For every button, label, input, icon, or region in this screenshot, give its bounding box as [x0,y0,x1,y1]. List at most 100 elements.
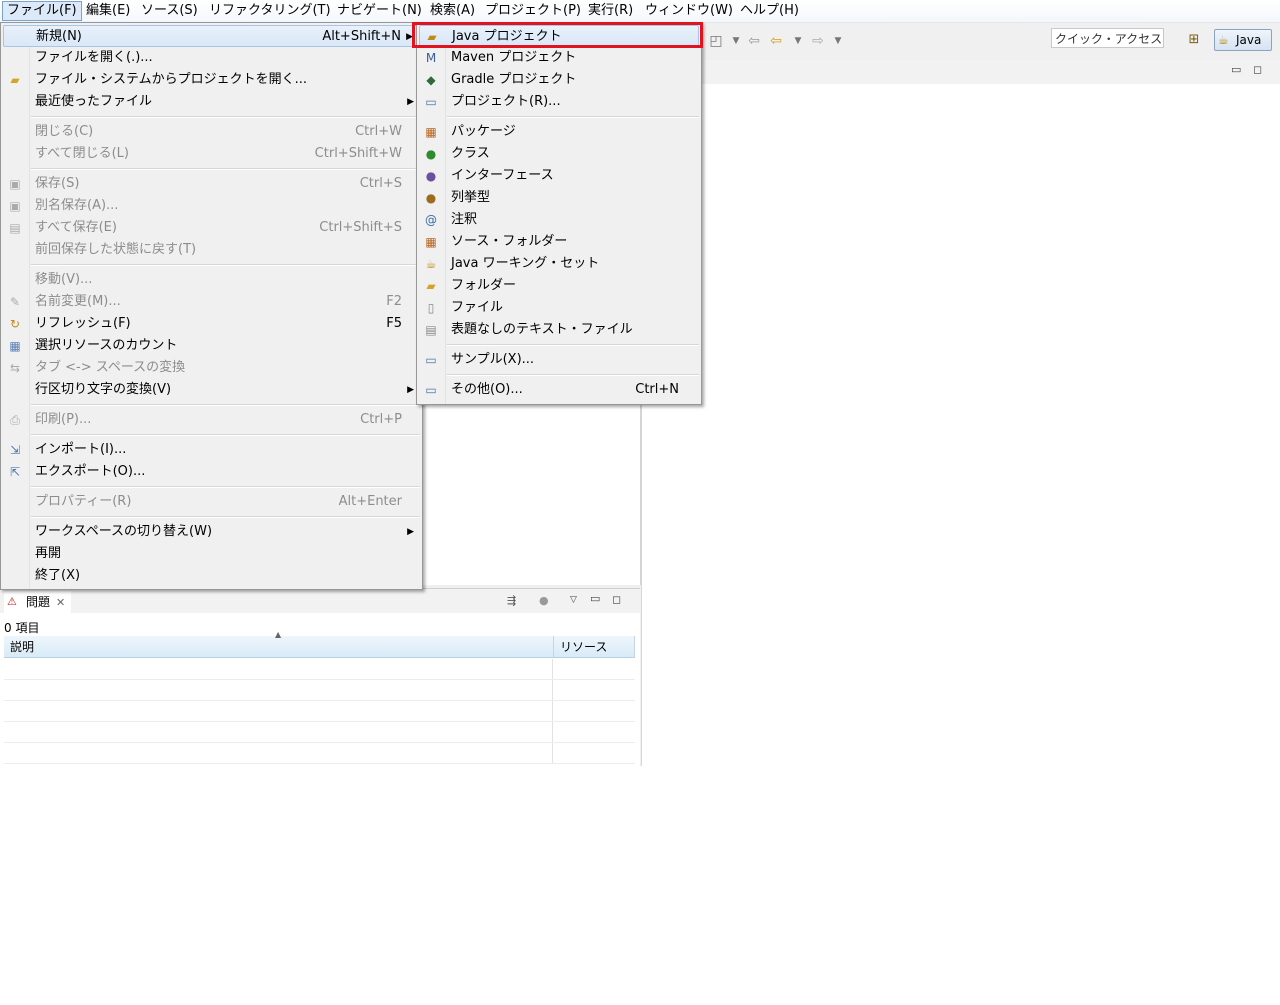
quick-access-input[interactable]: クイック・アクセス [1051,28,1164,48]
menu-item-package[interactable]: ▦ パッケージ [419,121,699,143]
menu-item-rename[interactable]: ✎ 名前変更(M)... F2 [3,291,420,313]
menu-help[interactable]: ヘルプ(H) [736,2,803,20]
filter-icon[interactable]: ● [539,595,549,607]
pin-icon[interactable]: ◰ [708,33,724,49]
working-set-icon: ☕ [425,257,437,271]
package-icon: ▦ [425,125,437,139]
problems-icon: ⚠ [7,595,17,608]
menu-item-project[interactable]: ▭ プロジェクト(R)... [419,91,699,113]
menu-item-untitled-text-file[interactable]: ▤ 表題なしのテキスト・ファイル [419,319,699,341]
column-resource[interactable]: リソース [554,636,635,658]
menu-separator [31,486,420,488]
menu-item-new[interactable]: 新規(N) Alt+Shift+N ▶ [3,25,420,47]
menu-item-recent-files[interactable]: 最近使ったファイル ▶ [3,91,420,113]
menu-item-maven-project[interactable]: M Maven プロジェクト [419,47,699,69]
menu-separator [447,116,699,118]
chevron-down-icon[interactable]: ▼ [728,33,744,49]
menu-item-file[interactable]: ▯ ファイル [419,297,699,319]
menu-run[interactable]: 実行(R) [584,2,637,20]
menu-item-close[interactable]: 閉じる(C) Ctrl+W [3,121,420,143]
menu-item-other[interactable]: ▭ その他(O)... Ctrl+N [419,379,699,401]
menu-item-folder[interactable]: ▰ フォルダー [419,275,699,297]
menu-item-save[interactable]: ▣ 保存(S) Ctrl+S [3,173,420,195]
submenu-arrow-icon: ▶ [407,97,414,107]
save-all-icon: ▤ [9,221,21,235]
menu-separator [31,264,420,266]
menu-item-exit[interactable]: 終了(X) [3,565,420,587]
menu-window[interactable]: ウィンドウ(W) [641,2,737,20]
text-file-icon: ▤ [425,323,437,337]
print-icon: ⎙ [10,413,20,427]
sample-icon: ▭ [425,353,437,367]
enum-icon: ● [425,191,437,205]
folder-open-icon: ▰ [10,73,20,87]
menu-item-interface[interactable]: ● インターフェース [419,165,699,187]
menu-separator [31,404,420,406]
maximize-icon[interactable]: ◻ [612,594,621,606]
table-row [4,659,635,680]
refresh-icon: ↻ [9,317,21,331]
class-icon: ● [425,147,437,161]
source-folder-icon: ▦ [425,235,437,249]
menu-item-open-projects[interactable]: ▰ ファイル・システムからプロジェクトを開く... [3,69,420,91]
open-perspective-icon[interactable]: ⊞ [1186,32,1202,48]
column-description[interactable]: 説明 [4,636,554,658]
menu-item-convert-line-delimiters[interactable]: 行区切り文字の変換(V) ▶ [3,379,420,401]
menu-item-close-all[interactable]: すべて閉じる(L) Ctrl+Shift+W [3,143,420,165]
menu-item-open-file[interactable]: ファイルを開く(.)... [3,47,420,69]
menu-item-move[interactable]: 移動(V)... [3,269,420,291]
menu-edit[interactable]: 編集(E) [82,2,134,20]
menu-item-java-working-set[interactable]: ☕ Java ワーキング・セット [419,253,699,275]
menu-item-export[interactable]: ⇱ エクスポート(O)... [3,461,420,483]
menu-item-restart[interactable]: 再開 [3,543,420,565]
menu-item-example[interactable]: ▭ サンプル(X)... [419,349,699,371]
close-icon[interactable]: ✕ [56,596,65,609]
problems-tab-bar: ⚠ 問題 ✕ ⇶ ● ▽ ▭ ◻ [0,589,640,613]
menu-item-import[interactable]: ⇲ インポート(I)... [3,439,420,461]
menu-navigate[interactable]: ナビゲート(N) [333,2,426,20]
menu-item-gradle-project[interactable]: ◆ Gradle プロジェクト [419,69,699,91]
menu-source[interactable]: ソース(S) [137,2,202,20]
menu-item-switch-workspace[interactable]: ワークスペースの切り替え(W) ▶ [3,521,420,543]
problems-tab[interactable]: ⚠ 問題 ✕ [4,591,72,613]
export-icon: ⇱ [9,465,21,479]
submenu-arrow-icon: ▶ [407,527,414,537]
menu-item-properties[interactable]: プロパティー(R) Alt+Enter [3,491,420,513]
menu-item-refresh[interactable]: ↻ リフレッシュ(F) F5 [3,313,420,335]
menu-project[interactable]: プロジェクト(P) [481,2,585,20]
menu-item-print[interactable]: ⎙ 印刷(P)... Ctrl+P [3,409,420,431]
last-edit-icon[interactable]: ⇦ [746,33,762,49]
menu-item-class[interactable]: ● クラス [419,143,699,165]
menu-file[interactable]: ファイル(F) [2,1,82,21]
menu-separator [31,516,420,518]
menu-item-save-as[interactable]: ▣ 別名保存(A)... [3,195,420,217]
menu-item-annotation[interactable]: @ 注釈 [419,209,699,231]
menu-refactor[interactable]: リファクタリング(T) [205,2,335,20]
java-perspective-button[interactable]: ☕ Java [1214,29,1272,51]
chevron-down-icon[interactable]: ▼ [790,33,806,49]
file-icon: ▯ [427,301,435,315]
menu-item-convert-tabs[interactable]: ⇆ タブ <-> スペースの変換 [3,357,420,379]
project-icon: ▭ [425,95,437,109]
chevron-down-icon[interactable]: ▼ [830,33,846,49]
table-row [4,722,635,743]
table-row [4,701,635,722]
menu-search[interactable]: 検索(A) [426,2,479,20]
menu-item-save-all[interactable]: ▤ すべて保存(E) Ctrl+Shift+S [3,217,420,239]
menu-bar: ファイル(F) 編集(E) ソース(S) リファクタリング(T) ナビゲート(N… [0,0,1280,23]
menu-item-source-folder[interactable]: ▦ ソース・フォルダー [419,231,699,253]
menu-item-enum[interactable]: ● 列挙型 [419,187,699,209]
file-menu: 新規(N) Alt+Shift+N ▶ ファイルを開く(.)... ▰ ファイル… [0,22,423,590]
menu-item-revert[interactable]: 前回保存した状態に戻す(T) [3,239,420,261]
highlight-annotation-box [412,22,703,48]
menu-item-count-resources[interactable]: ▦ 選択リソースのカウント [3,335,420,357]
java-perspective-icon: ☕ [1218,33,1229,47]
chevron-down-icon[interactable]: ▽ [570,594,577,606]
problems-tab-label: 問題 [26,595,51,609]
minimize-icon[interactable]: ▭ [590,593,600,605]
view-menu-icon[interactable]: ⇶ [507,595,516,607]
forward-icon[interactable]: ⇨ [810,33,826,49]
minimize-icon[interactable]: ▭ [1231,64,1241,76]
maximize-icon[interactable]: ◻ [1253,64,1262,76]
back-icon[interactable]: ⇦ [768,33,784,49]
